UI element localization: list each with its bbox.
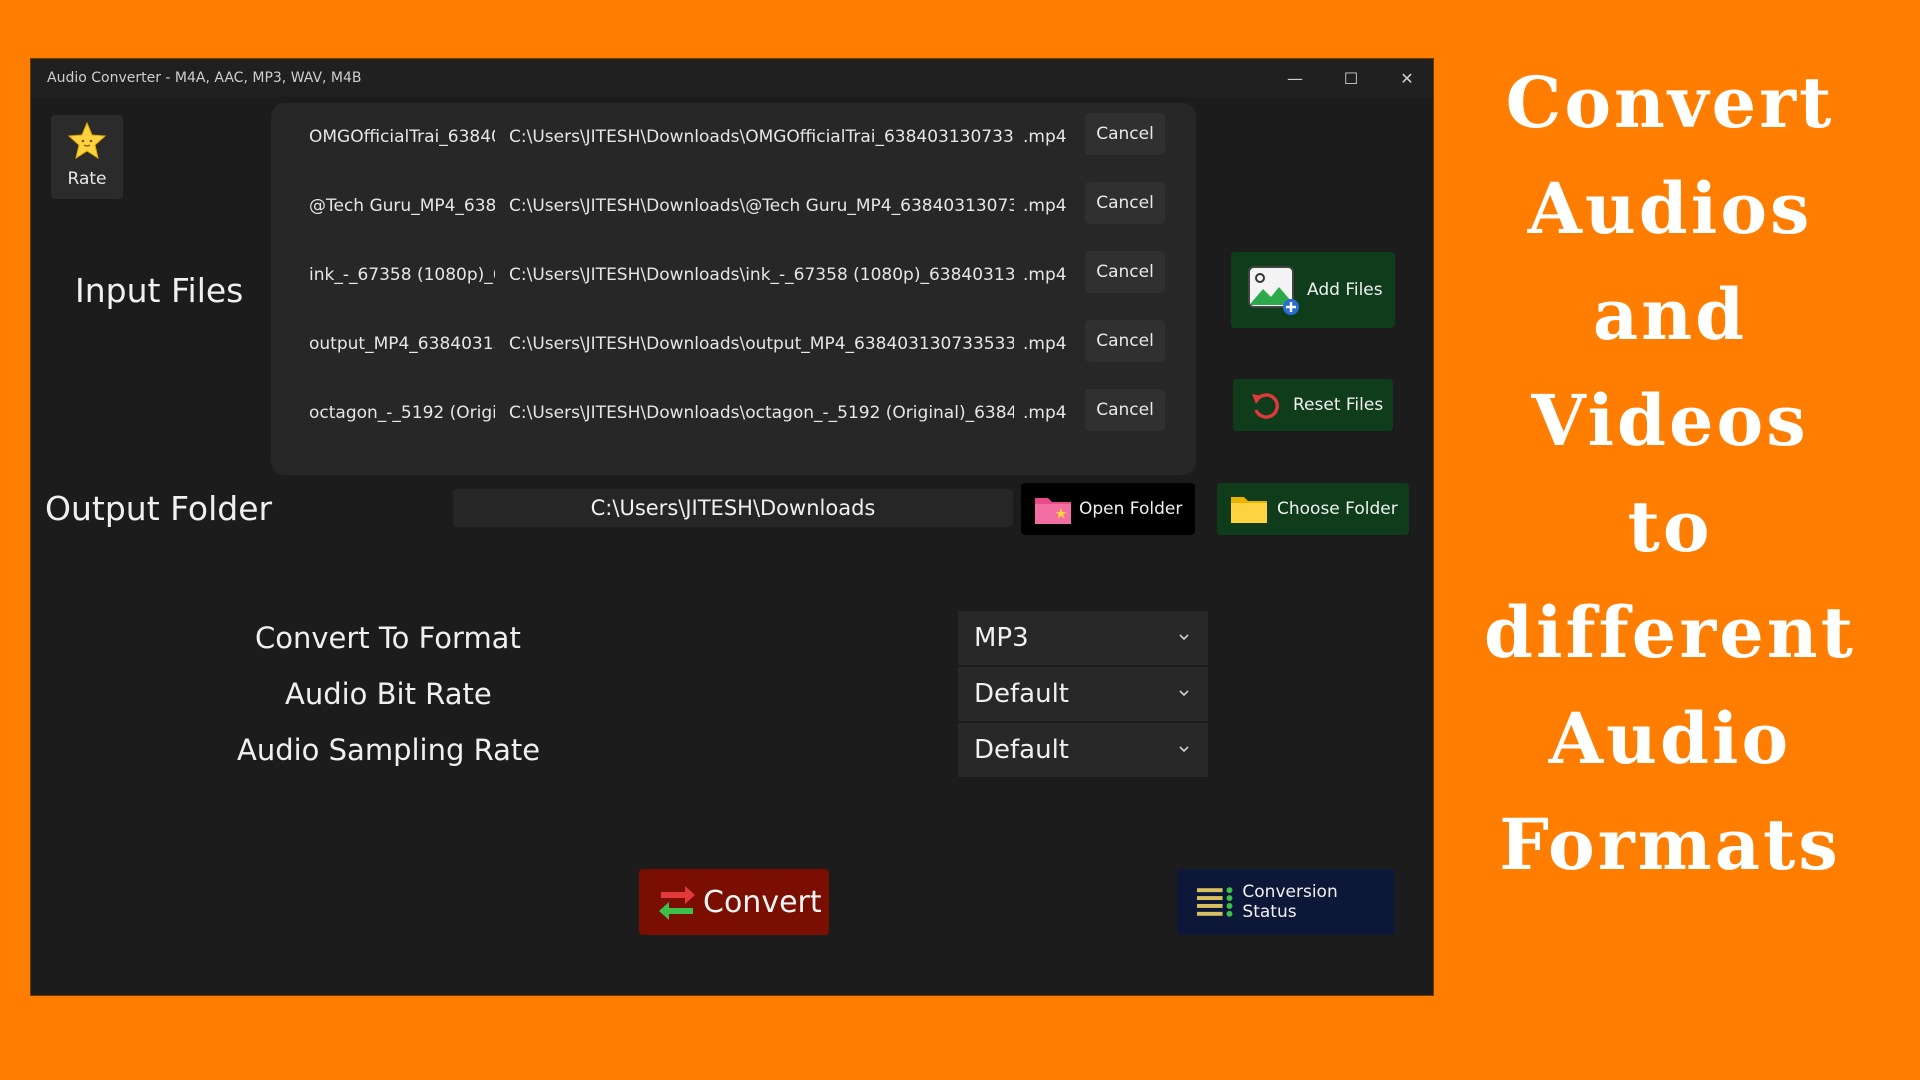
- file-ext: .mp4: [1023, 334, 1067, 354]
- file-name: @Tech Guru_MP4_63840: [309, 196, 495, 216]
- reset-files-button[interactable]: Reset Files: [1233, 379, 1393, 431]
- file-row: @Tech Guru_MP4_63840 C:\Users\JITESH\Dow…: [271, 182, 1196, 230]
- format-select[interactable]: MP3: [958, 611, 1208, 665]
- close-icon: ✕: [1400, 68, 1414, 88]
- bitrate-select[interactable]: Default: [958, 667, 1208, 721]
- promo-line: and: [1592, 273, 1748, 356]
- promo-line: Audios: [1527, 167, 1813, 250]
- conversion-status-button[interactable]: Conversion Status: [1177, 869, 1395, 935]
- file-ext: .mp4: [1023, 127, 1067, 147]
- file-path: C:\Users\JITESH\Downloads\ink_-_67358 (1…: [509, 265, 1014, 285]
- choose-folder-button[interactable]: Choose Folder: [1217, 483, 1409, 535]
- sampling-rate-select[interactable]: Default: [958, 723, 1208, 777]
- title-bar[interactable]: Audio Converter - M4A, AAC, MP3, WAV, M4…: [31, 59, 1433, 97]
- cancel-file-button[interactable]: Cancel: [1085, 182, 1165, 224]
- rate-label: Rate: [67, 169, 107, 189]
- cancel-file-button[interactable]: Cancel: [1085, 113, 1165, 155]
- output-folder-label: Output Folder: [45, 489, 273, 528]
- choose-folder-label: Choose Folder: [1277, 499, 1398, 519]
- chevron-down-icon: [1179, 690, 1189, 697]
- add-files-button[interactable]: Add Files: [1231, 252, 1395, 328]
- open-folder-icon: [1035, 498, 1071, 524]
- format-value: MP3: [974, 623, 1029, 653]
- promo-line: to: [1627, 485, 1713, 568]
- file-ext: .mp4: [1023, 265, 1067, 285]
- sampling-rate-label: Audio Sampling Rate: [237, 733, 541, 767]
- star-icon: [67, 121, 107, 160]
- chevron-down-icon: [1179, 746, 1189, 753]
- file-path: C:\Users\JITESH\Downloads\OMGOfficialTra…: [509, 127, 1014, 147]
- promo-line: Convert: [1505, 61, 1835, 144]
- reset-files-label: Reset Files: [1293, 395, 1384, 415]
- rate-button[interactable]: Rate: [51, 115, 123, 199]
- window-title: Audio Converter - M4A, AAC, MP3, WAV, M4…: [47, 70, 362, 86]
- bitrate-value: Default: [974, 679, 1069, 709]
- promo-line: Videos: [1531, 379, 1809, 462]
- promo-line: Formats: [1499, 803, 1841, 886]
- file-ext: .mp4: [1023, 196, 1067, 216]
- folder-icon: [1231, 497, 1267, 523]
- file-ext: .mp4: [1023, 403, 1067, 423]
- promo-line: Audio: [1548, 697, 1792, 780]
- maximize-icon: ☐: [1343, 68, 1359, 88]
- input-files-list: OMGOfficialTrai_638403 C:\Users\JITESH\D…: [271, 103, 1196, 475]
- minimize-icon: —: [1287, 68, 1303, 88]
- file-name: ink_-_67358 (1080p)_638: [309, 265, 495, 285]
- file-path: C:\Users\JITESH\Downloads\output_MP4_638…: [509, 334, 1014, 354]
- cancel-file-button[interactable]: Cancel: [1085, 251, 1165, 293]
- cancel-file-button[interactable]: Cancel: [1085, 320, 1165, 362]
- file-path: C:\Users\JITESH\Downloads\@Tech Guru_MP4…: [509, 196, 1014, 216]
- cancel-file-button[interactable]: Cancel: [1085, 389, 1165, 431]
- file-name: OMGOfficialTrai_638403: [309, 127, 495, 147]
- file-row: OMGOfficialTrai_638403 C:\Users\JITESH\D…: [271, 113, 1196, 161]
- add-files-label: Add Files: [1307, 280, 1383, 300]
- close-button[interactable]: ✕: [1379, 59, 1435, 97]
- maximize-button[interactable]: ☐: [1323, 59, 1379, 97]
- file-name: output_MP4_638403130: [309, 334, 495, 354]
- open-folder-label: Open Folder: [1079, 499, 1183, 519]
- reset-icon: [1252, 393, 1279, 419]
- promo-text: Convert Audios and Videos to different A…: [1440, 50, 1900, 898]
- convert-arrows-icon: [659, 886, 695, 920]
- add-image-icon: [1248, 266, 1299, 315]
- file-row: octagon_-_5192 (Origina C:\Users\JITESH\…: [271, 389, 1196, 437]
- input-files-label: Input Files: [75, 271, 244, 310]
- app-window: Audio Converter - M4A, AAC, MP3, WAV, M4…: [30, 58, 1434, 996]
- file-path: C:\Users\JITESH\Downloads\octagon_-_5192…: [509, 403, 1014, 423]
- file-row: output_MP4_638403130 C:\Users\JITESH\Dow…: [271, 320, 1196, 368]
- sampling-value: Default: [974, 735, 1069, 765]
- open-folder-button[interactable]: Open Folder: [1021, 483, 1195, 535]
- status-list-icon: [1196, 887, 1233, 917]
- output-path-field[interactable]: C:\Users\JITESH\Downloads: [453, 489, 1013, 527]
- file-row: ink_-_67358 (1080p)_638 C:\Users\JITESH\…: [271, 251, 1196, 299]
- file-name: octagon_-_5192 (Origina: [309, 403, 495, 423]
- convert-format-label: Convert To Format: [255, 621, 521, 655]
- minimize-button[interactable]: —: [1267, 59, 1323, 97]
- convert-label: Convert: [703, 884, 822, 920]
- conversion-status-label: Conversion Status: [1242, 882, 1338, 922]
- bitrate-label: Audio Bit Rate: [285, 677, 492, 711]
- chevron-down-icon: [1179, 634, 1189, 641]
- convert-button[interactable]: Convert: [639, 869, 829, 935]
- promo-line: different: [1484, 591, 1856, 674]
